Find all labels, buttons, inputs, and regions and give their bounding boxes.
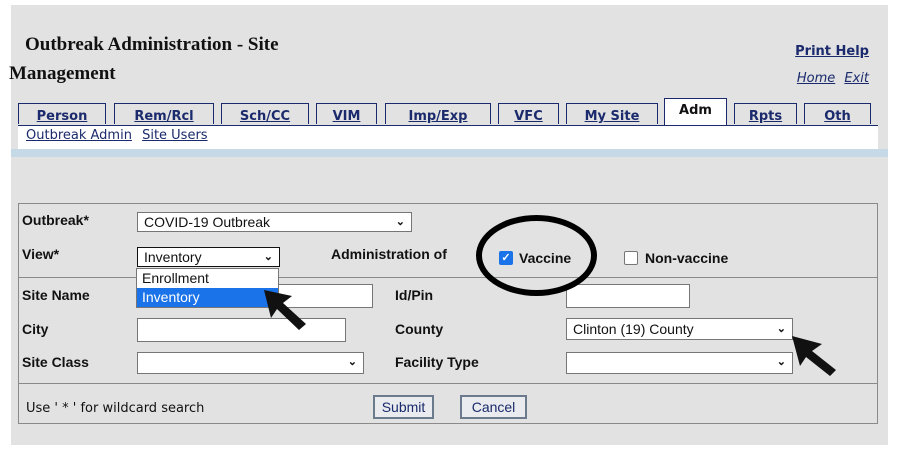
county-select[interactable]: Clinton (19) County ⌄ xyxy=(566,318,793,340)
view-option-inventory[interactable]: Inventory xyxy=(137,288,278,307)
county-label: County xyxy=(395,321,444,337)
chevron-down-icon: ⌄ xyxy=(776,323,786,335)
chevron-down-icon: ⌄ xyxy=(776,356,786,368)
page-title-line1: Outbreak Administration - Site xyxy=(25,34,279,55)
city-label: City xyxy=(22,321,49,337)
tab-rpts-label: Rpts xyxy=(748,109,783,124)
view-select[interactable]: Inventory ⌄ xyxy=(137,247,280,267)
outbreak-select-value: COVID-19 Outbreak xyxy=(144,214,271,230)
wildcard-hint: Use ' * ' for wildcard search xyxy=(26,401,205,416)
tab-imp-exp[interactable]: Imp/Exp xyxy=(385,103,491,124)
cancel-button[interactable]: Cancel xyxy=(460,395,527,419)
non-vaccine-checkbox[interactable] xyxy=(624,251,638,265)
home-link[interactable]: Home xyxy=(797,71,835,86)
outbreak-label: Outbreak* xyxy=(22,212,89,228)
pointer-arrow-icon xyxy=(264,290,306,330)
idpin-label: Id/Pin xyxy=(395,287,434,303)
view-option-enrollment[interactable]: Enrollment xyxy=(137,269,278,288)
tab-rem-rcl[interactable]: Rem/Rcl xyxy=(114,103,214,124)
county-select-value: Clinton (19) County xyxy=(573,321,694,337)
subnav-divider-bar xyxy=(11,149,888,157)
administration-of-label: Administration of xyxy=(331,246,447,262)
chevron-down-icon: ⌄ xyxy=(263,251,273,263)
facility-type-label: Facility Type xyxy=(395,354,479,370)
view-select-value: Inventory xyxy=(144,249,202,265)
site-search-form: Outbreak* COVID-19 Outbreak ⌄ View* Inve… xyxy=(18,203,878,424)
tab-vfc-label: VFC xyxy=(514,109,543,124)
site-name-label: Site Name xyxy=(22,287,90,303)
tab-rem-rcl-label: Rem/Rcl xyxy=(134,109,194,124)
view-label: View* xyxy=(22,246,60,262)
chevron-down-icon: ⌄ xyxy=(347,356,357,368)
tab-sch-cc-label: Sch/CC xyxy=(239,109,291,124)
page-title-line2: Management xyxy=(9,63,116,84)
tab-rpts[interactable]: Rpts xyxy=(734,103,797,124)
tab-adm[interactable]: Adm xyxy=(664,98,727,125)
tab-person[interactable]: Person xyxy=(18,103,106,124)
outbreak-select[interactable]: COVID-19 Outbreak ⌄ xyxy=(137,212,412,232)
facility-type-select[interactable]: ⌄ xyxy=(566,352,793,374)
page-title: Outbreak Administration - Site Managemen… xyxy=(9,30,369,88)
view-dropdown-list: Enrollment Inventory xyxy=(136,268,279,308)
submit-button[interactable]: Submit xyxy=(373,395,434,419)
print-help-link[interactable]: Print Help xyxy=(795,44,869,59)
tab-my-site[interactable]: My Site xyxy=(566,103,658,124)
highlight-circle xyxy=(476,215,597,296)
city-input[interactable] xyxy=(137,318,346,342)
site-class-select[interactable]: ⌄ xyxy=(137,352,364,374)
exit-link[interactable]: Exit xyxy=(844,71,869,86)
tab-sch-cc[interactable]: Sch/CC xyxy=(221,103,309,124)
pointer-arrow-icon xyxy=(792,336,836,376)
site-class-label: Site Class xyxy=(22,354,89,370)
tab-adm-label: Adm xyxy=(679,103,712,118)
site-users-link[interactable]: Site Users xyxy=(142,128,208,143)
outbreak-admin-link[interactable]: Outbreak Admin xyxy=(26,128,132,143)
tab-oth-label: Oth xyxy=(824,109,851,124)
sub-navigation: Outbreak Admin Site Users xyxy=(18,125,878,149)
idpin-input[interactable] xyxy=(566,284,690,308)
non-vaccine-label: Non-vaccine xyxy=(645,250,729,266)
tab-vfc[interactable]: VFC xyxy=(498,103,559,124)
tab-vim[interactable]: VIM xyxy=(316,103,377,124)
tab-person-label: Person xyxy=(36,109,88,124)
tab-my-site-label: My Site xyxy=(584,109,640,124)
tab-oth[interactable]: Oth xyxy=(804,103,871,124)
tab-vim-label: VIM xyxy=(332,109,361,124)
tab-imp-exp-label: Imp/Exp xyxy=(408,109,468,124)
header-links: Print Help Home Exit xyxy=(792,38,869,92)
chevron-down-icon: ⌄ xyxy=(395,216,405,228)
form-divider xyxy=(19,383,877,384)
